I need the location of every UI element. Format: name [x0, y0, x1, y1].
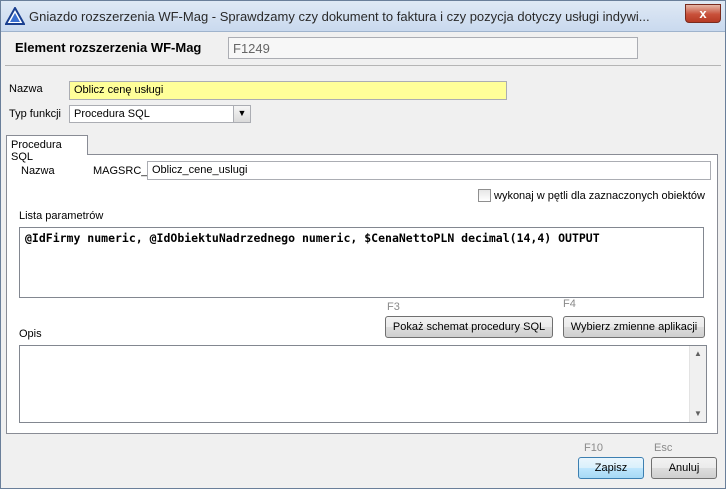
- loop-checkbox-label: wykonaj w pętli dla zaznaczonych obiektó…: [494, 190, 705, 202]
- cancel-shortcut-hint: Esc: [654, 442, 673, 454]
- element-code-field: F1249: [228, 37, 638, 59]
- function-type-label: Typ funkcji: [9, 108, 61, 120]
- params-text: @IdFirmy numeric, @IdObiektuNadrzednego …: [25, 231, 600, 245]
- dialog-window: Gniazdo rozszerzenia WF-Mag - Sprawdzamy…: [0, 0, 726, 489]
- save-shortcut-hint: F10: [584, 442, 603, 454]
- procedure-name-input[interactable]: Oblicz_cene_uslugi: [147, 161, 711, 180]
- loop-checkbox[interactable]: [478, 189, 491, 202]
- description-label: Opis: [19, 328, 42, 340]
- save-button[interactable]: Zapisz: [578, 457, 644, 479]
- app-logo-icon: [5, 7, 25, 25]
- procedure-prefix: MAGSRC_: [93, 165, 148, 177]
- select-variables-button[interactable]: Wybierz zmienne aplikacji: [563, 316, 705, 338]
- description-textarea[interactable]: ▲ ▼: [19, 345, 707, 423]
- window-title: Gniazdo rozszerzenia WF-Mag - Sprawdzamy…: [29, 9, 650, 24]
- function-type-select[interactable]: Procedura SQL ▼: [69, 105, 251, 123]
- description-scrollbar[interactable]: ▲ ▼: [689, 346, 706, 422]
- scroll-down-icon[interactable]: ▼: [690, 406, 706, 422]
- variables-shortcut-hint: F4: [563, 298, 576, 310]
- params-textarea[interactable]: @IdFirmy numeric, @IdObiektuNadrzednego …: [19, 227, 704, 298]
- cancel-button[interactable]: Anuluj: [651, 457, 717, 479]
- header-panel: Element rozszerzenia WF-Mag F1249: [5, 32, 721, 66]
- tab-sql-procedure[interactable]: Procedura SQL: [6, 135, 88, 163]
- name-label: Nazwa: [9, 83, 43, 95]
- close-button[interactable]: x: [685, 4, 721, 23]
- header-title: Element rozszerzenia WF-Mag: [15, 40, 202, 55]
- title-bar: Gniazdo rozszerzenia WF-Mag - Sprawdzamy…: [1, 1, 725, 32]
- tab-page-sql-procedure: Nazwa MAGSRC_ Oblicz_cene_uslugi wykonaj…: [6, 154, 718, 434]
- function-type-value: Procedura SQL: [74, 108, 150, 120]
- params-label: Lista parametrów: [19, 210, 104, 222]
- scroll-up-icon[interactable]: ▲: [690, 346, 706, 362]
- schema-shortcut-hint: F3: [387, 301, 400, 313]
- name-input[interactable]: Oblicz cenę usługi: [69, 81, 507, 100]
- chevron-down-icon[interactable]: ▼: [233, 106, 250, 122]
- procedure-name-label: Nazwa: [21, 165, 55, 177]
- show-schema-button[interactable]: Pokaż schemat procedury SQL: [385, 316, 553, 338]
